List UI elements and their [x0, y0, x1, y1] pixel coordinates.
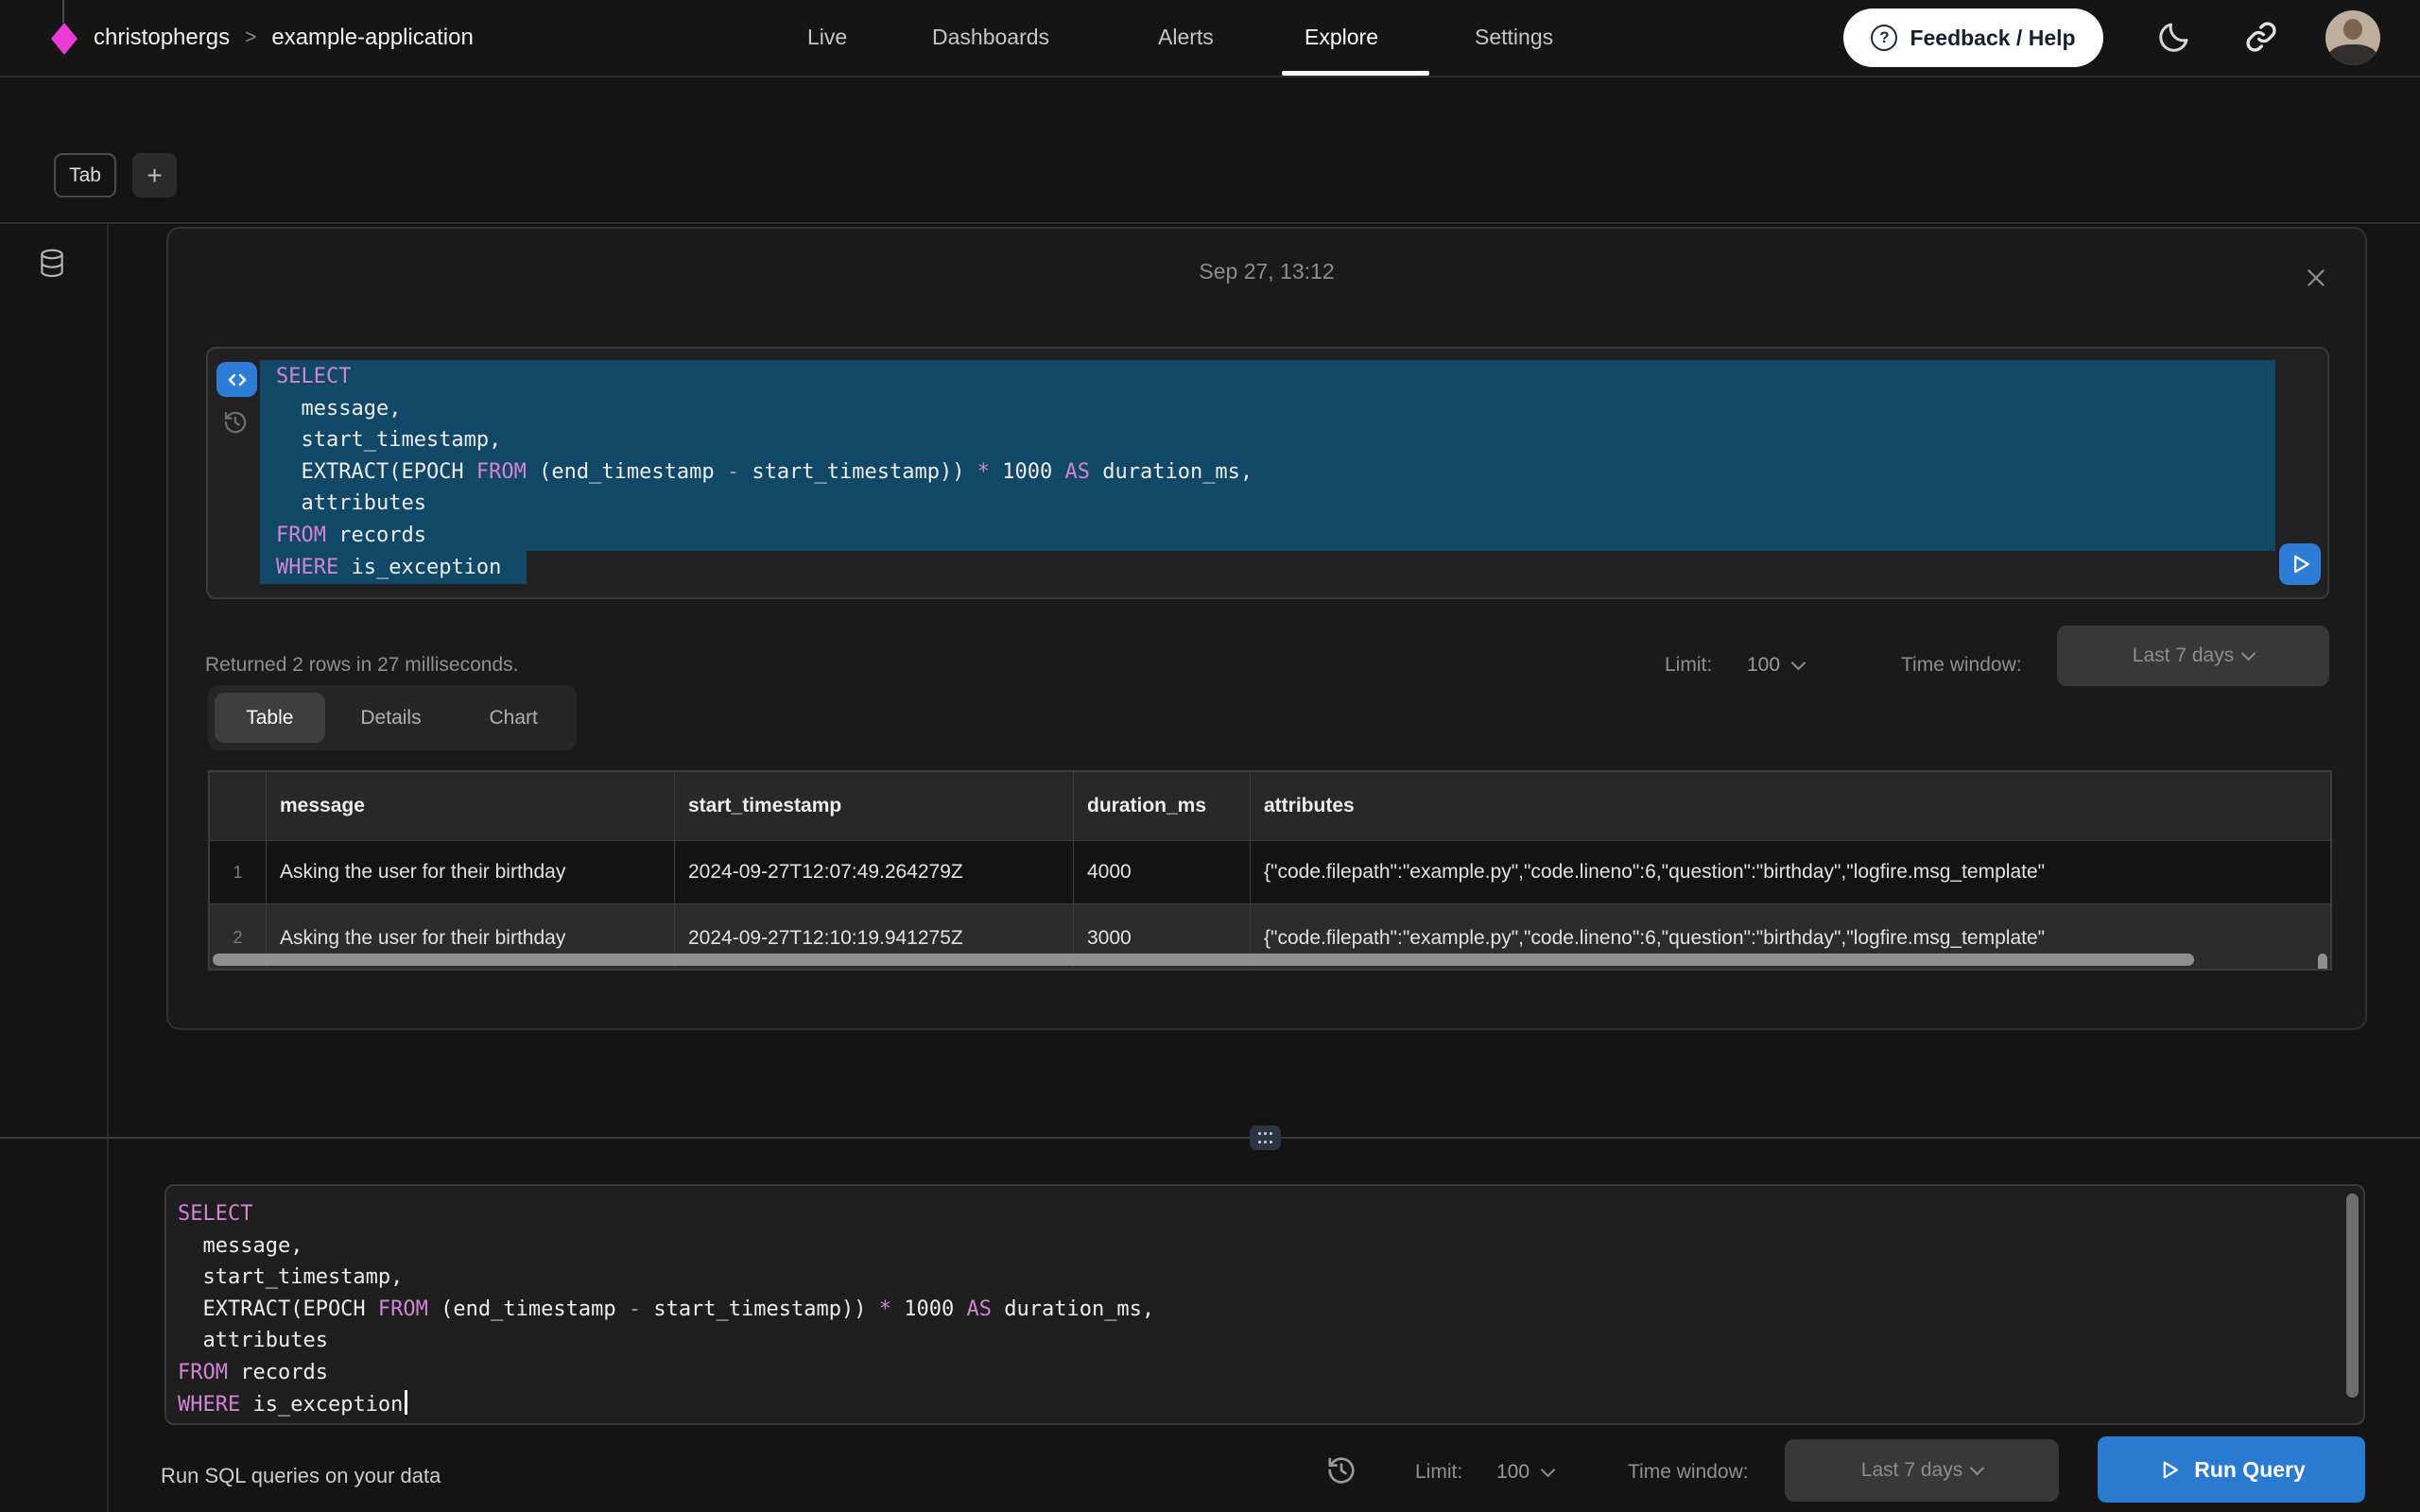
table-row[interactable]: 1Asking the user for their birthday2024-…: [210, 841, 2330, 904]
close-icon: [2304, 266, 2328, 290]
nav-item-explore[interactable]: Explore: [1305, 25, 1378, 50]
feedback-help-label: Feedback / Help: [1910, 26, 2075, 51]
footer-hint: Run SQL queries on your data: [161, 1464, 441, 1488]
result-summary: Returned 2 rows in 27 milliseconds.: [205, 654, 519, 677]
cell-message: Asking the user for their birthday: [267, 841, 675, 904]
top-navbar: christophergs > example-application Live…: [0, 0, 2420, 76]
sql-line: attributes: [276, 488, 1253, 520]
sql-line: FROM records: [276, 520, 1253, 552]
breadcrumb-org[interactable]: christophergs: [94, 25, 230, 51]
horizontal-scrollbar[interactable]: [213, 954, 2194, 966]
column-header-start_timestamp: start_timestamp: [675, 772, 1074, 841]
sql-line: WHERE is_exception: [276, 552, 1253, 584]
theme-toggle-button[interactable]: [2155, 19, 2193, 57]
history-icon: [222, 409, 249, 436]
moon-icon: [2156, 19, 2192, 55]
code-block-button[interactable]: [216, 362, 257, 397]
chevron-down-icon: [1541, 1463, 1556, 1478]
add-tab-button[interactable]: +: [132, 153, 177, 198]
tab-table[interactable]: Table: [215, 693, 325, 743]
nav-item-alerts[interactable]: Alerts: [1158, 25, 1214, 50]
nav-item-dashboards[interactable]: Dashboards: [932, 25, 1049, 50]
chevron-down-icon: [1970, 1461, 1985, 1476]
run-query-label: Run Query: [2194, 1457, 2306, 1483]
text-cursor: [405, 1390, 407, 1415]
history-icon: [1325, 1454, 1357, 1486]
play-icon: [2288, 552, 2312, 576]
database-icon: [38, 248, 66, 280]
tab-chart[interactable]: Chart: [457, 693, 570, 743]
close-snapshot-button[interactable]: [2302, 265, 2330, 293]
sql-line: EXTRACT(EPOCH FROM (end_timestamp - star…: [178, 1294, 1154, 1326]
nav-item-live[interactable]: Live: [807, 25, 847, 50]
breadcrumb-project[interactable]: example-application: [271, 25, 473, 51]
breadcrumb-separator: >: [245, 26, 256, 49]
vertical-scrollbar[interactable]: [2318, 954, 2327, 971]
results-table: messagestart_timestampduration_msattribu…: [208, 770, 2332, 971]
query-history-button-footer[interactable]: [1323, 1453, 1359, 1489]
limit-label: Limit:: [1415, 1461, 1462, 1484]
time-window-label: Time window:: [1628, 1461, 1749, 1484]
limit-label: Limit:: [1665, 654, 1712, 677]
sql-editor-snapshot[interactable]: SELECT message, start_timestamp, EXTRACT…: [206, 347, 2329, 599]
sql-editor-input[interactable]: SELECT message, start_timestamp, EXTRACT…: [164, 1184, 2365, 1425]
sql-line: attributes: [178, 1325, 1154, 1357]
tabbar-divider: [0, 222, 2420, 224]
row-number-header: [210, 772, 267, 841]
navbar-divider: [0, 76, 2420, 77]
run-snapshot-query-button[interactable]: [2279, 543, 2321, 585]
limit-dropdown[interactable]: 100: [1496, 1461, 1553, 1484]
sql-line: FROM records: [178, 1357, 1154, 1389]
breadcrumb: christophergs > example-application: [94, 0, 474, 76]
user-avatar[interactable]: [2325, 10, 2380, 65]
time-window-dropdown[interactable]: Last 7 days: [2057, 626, 2329, 686]
snapshot-timestamp: Sep 27, 13:12: [168, 259, 2365, 284]
help-circle-icon: ?: [1871, 25, 1897, 51]
sidebar-divider: [107, 224, 109, 1512]
schema-browser-button[interactable]: [38, 248, 66, 283]
chevron-down-icon: [2241, 646, 2256, 662]
sql-line: message,: [178, 1230, 1154, 1263]
query-snapshot-card: Sep 27, 13:12 SE: [166, 227, 2367, 1030]
sql-line: WHERE is_exception: [178, 1389, 1154, 1421]
tab-details[interactable]: Details: [325, 693, 458, 743]
pane-resize-handle[interactable]: [1250, 1125, 1281, 1150]
cell-duration-ms: 4000: [1074, 841, 1251, 904]
sql-line: EXTRACT(EPOCH FROM (end_timestamp - star…: [276, 456, 1253, 489]
column-header-message: message: [267, 772, 675, 841]
play-icon: [2157, 1458, 2181, 1482]
nav-item-settings[interactable]: Settings: [1475, 25, 1553, 50]
code-icon: [225, 369, 250, 391]
editor-vertical-scrollbar[interactable]: [2346, 1194, 2359, 1398]
feedback-help-button[interactable]: ? Feedback / Help: [1843, 9, 2103, 67]
logfire-explore-page: christophergs > example-application Live…: [0, 0, 2420, 1512]
cell-start-timestamp: 2024-09-27T12:07:49.264279Z: [675, 841, 1074, 904]
sql-line: start_timestamp,: [276, 424, 1253, 456]
sql-line: SELECT: [276, 361, 1253, 393]
sql-line: start_timestamp,: [178, 1262, 1154, 1294]
column-header-attributes: attributes: [1251, 772, 2330, 841]
cell-attributes: {"code.filepath":"example.py","code.line…: [1251, 841, 2330, 904]
sql-code-input[interactable]: SELECT message, start_timestamp, EXTRACT…: [178, 1198, 1154, 1420]
table-header-row: messagestart_timestampduration_msattribu…: [210, 772, 2330, 841]
pane-resize-divider: [0, 1137, 2420, 1139]
time-window-dropdown[interactable]: Last 7 days: [1785, 1439, 2059, 1502]
logfire-logo-icon[interactable]: [51, 23, 78, 55]
query-history-button[interactable]: [221, 409, 249, 437]
query-tab-button[interactable]: Tab: [54, 153, 116, 198]
run-query-button[interactable]: Run Query: [2098, 1436, 2365, 1503]
view-tabs: Table Details Chart: [208, 685, 577, 750]
editor-gutter: [208, 349, 261, 597]
logo-stem-line: [62, 0, 64, 23]
limit-dropdown[interactable]: 100: [1747, 654, 1804, 677]
sql-line: message,: [276, 393, 1253, 425]
chevron-down-icon: [1791, 656, 1806, 671]
sql-line: SELECT: [178, 1198, 1154, 1230]
time-window-label: Time window:: [1901, 654, 2022, 677]
link-icon: [2243, 19, 2279, 55]
row-number: 1: [210, 841, 267, 904]
sql-code-snapshot[interactable]: SELECT message, start_timestamp, EXTRACT…: [276, 361, 1253, 583]
share-link-button[interactable]: [2242, 19, 2280, 57]
column-header-duration_ms: duration_ms: [1074, 772, 1251, 841]
